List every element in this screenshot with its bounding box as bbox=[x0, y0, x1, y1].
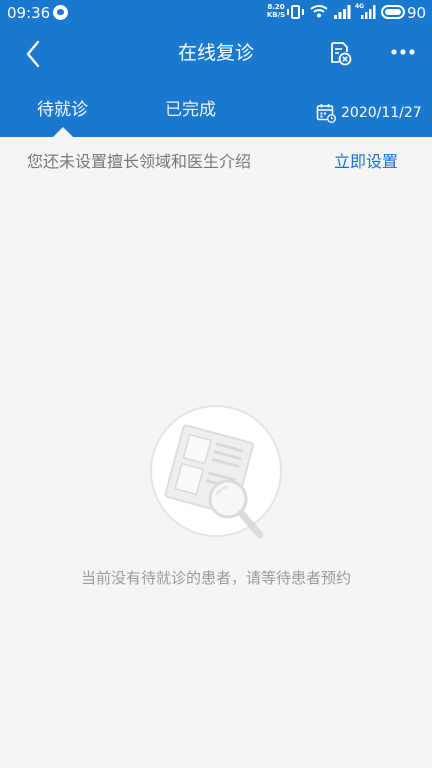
signal-icon bbox=[334, 5, 351, 19]
notice-message: 您还未设置擅长领域和医生介绍 bbox=[27, 152, 252, 171]
date-value: 2020/11/27 bbox=[341, 105, 422, 121]
network-speed: 8.20 KB/S bbox=[265, 3, 287, 19]
tab-pending[interactable]: 待就诊 bbox=[37, 98, 88, 122]
vibrate-icon bbox=[287, 5, 304, 19]
network-speed-value: 8.20 bbox=[267, 3, 285, 11]
signal-icon-sim2 bbox=[361, 5, 376, 19]
profile-notice: 您还未设置擅长领域和医生介绍 立即设置 bbox=[0, 137, 432, 187]
network-speed-unit: KB/S bbox=[266, 11, 286, 19]
page-title: 在线复诊 bbox=[177, 42, 254, 64]
app-header: 09:36 8.20 KB/S 4G 90 在线复诊 待就诊 已完成 2020/… bbox=[0, 0, 432, 137]
active-tab-indicator bbox=[53, 127, 73, 137]
status-time: 09:36 bbox=[7, 4, 51, 22]
status-bar: 09:36 8.20 KB/S 4G 90 bbox=[0, 0, 432, 26]
document-cancel-icon[interactable] bbox=[327, 40, 353, 66]
battery-level: 90 bbox=[407, 4, 427, 22]
battery-icon bbox=[381, 5, 405, 19]
more-dots-icon[interactable] bbox=[390, 42, 416, 62]
empty-state-message: 当前没有待就诊的患者，请等待患者预约 bbox=[80, 569, 351, 587]
search-document-icon bbox=[150, 405, 282, 539]
tab-completed[interactable]: 已完成 bbox=[165, 98, 216, 122]
setup-now-link[interactable]: 立即设置 bbox=[334, 151, 398, 173]
calendar-icon bbox=[316, 104, 336, 123]
notification-app-icon bbox=[53, 5, 68, 20]
wifi-icon bbox=[310, 5, 328, 18]
